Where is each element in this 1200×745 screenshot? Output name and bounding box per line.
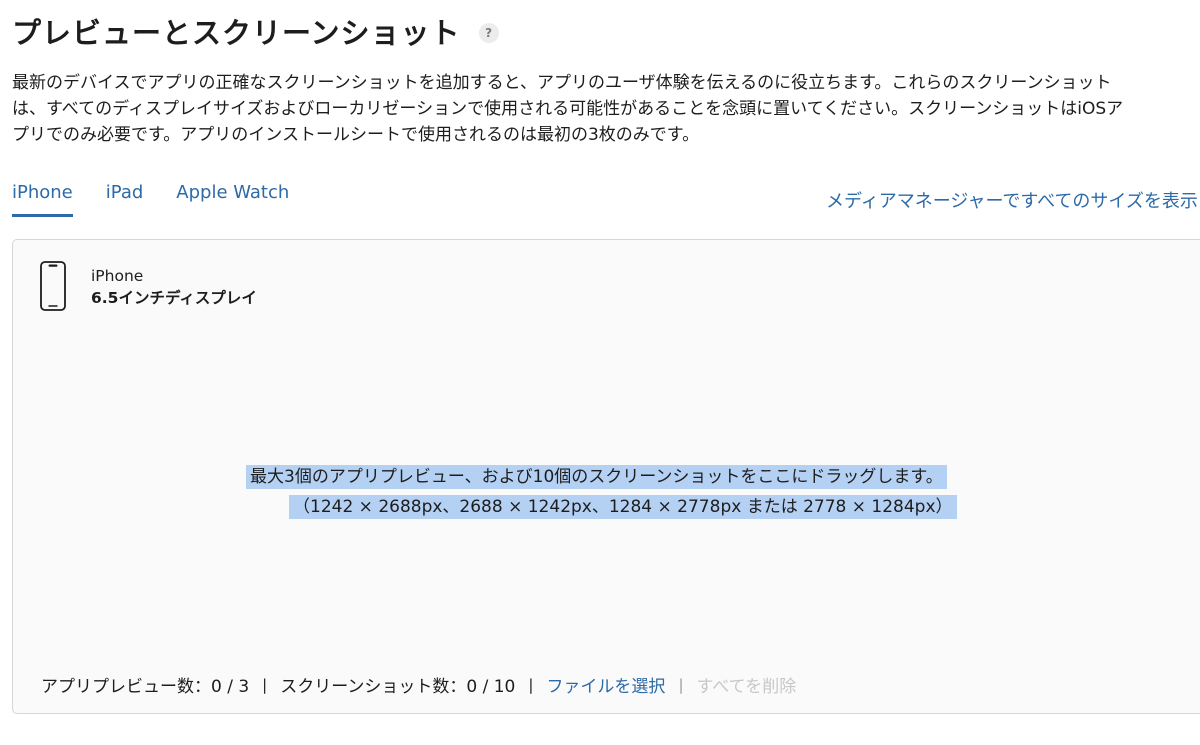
separator: |	[262, 675, 268, 694]
preview-count: アプリプレビュー数：0 / 3	[41, 677, 250, 697]
description-line: プリでのみ必要です。アプリのインストールシートで使用されるのは最初の3枚のみです…	[12, 125, 700, 145]
help-icon[interactable]: ?	[478, 23, 499, 43]
description: 最新のデバイスでアプリの正確なスクリーンショットを追加すると、アプリのユーザ体験…	[12, 70, 1200, 148]
drop-hint-line2: （1242 × 2688px、2688 × 1242px、1284 × 2778…	[289, 495, 957, 519]
media-manager-link[interactable]: メディアマネージャーですべてのサイズを表示	[826, 187, 1198, 213]
tab-apple-watch[interactable]: Apple Watch	[176, 182, 289, 217]
tab-iphone[interactable]: iPhone	[12, 182, 73, 217]
device-size: 6.5インチディスプレイ	[91, 289, 257, 307]
separator: |	[678, 675, 684, 694]
choose-file-link[interactable]: ファイルを選択	[546, 672, 665, 697]
tab-ipad[interactable]: iPad	[106, 182, 144, 217]
title-row: プレビューとスクリーンショット ?	[12, 8, 499, 54]
description-line: 最新のデバイスでアプリの正確なスクリーンショットを追加すると、アプリのユーザ体験…	[12, 73, 1112, 93]
device-tabs: iPhone iPad Apple Watch	[12, 182, 322, 218]
screenshot-drop-area[interactable]: iPhone 6.5インチディスプレイ 最大3個のアプリプレビュー、および10個…	[12, 239, 1200, 714]
page: プレビューとスクリーンショット ? 最新のデバイスでアプリの正確なスクリーンショ…	[0, 0, 1200, 745]
iphone-icon	[40, 261, 66, 311]
drop-hint-line1: 最大3個のアプリプレビュー、および10個のスクリーンショットをここにドラッグしま…	[246, 465, 947, 489]
description-line: は、すべてのディスプレイサイズおよびローカリゼーションで使用される可能性があるこ…	[12, 99, 1124, 119]
device-label: iPhone 6.5インチディスプレイ	[91, 265, 257, 309]
screenshot-count: スクリーンショット数：0 / 10	[280, 677, 516, 697]
footer-bar: アプリプレビュー数：0 / 3 | スクリーンショット数：0 / 10 | ファ…	[41, 672, 797, 698]
device-name: iPhone	[91, 267, 144, 285]
separator: |	[528, 675, 534, 694]
page-title: プレビューとスクリーンショット	[12, 16, 461, 50]
delete-all-button[interactable]: すべてを削除	[697, 672, 797, 697]
